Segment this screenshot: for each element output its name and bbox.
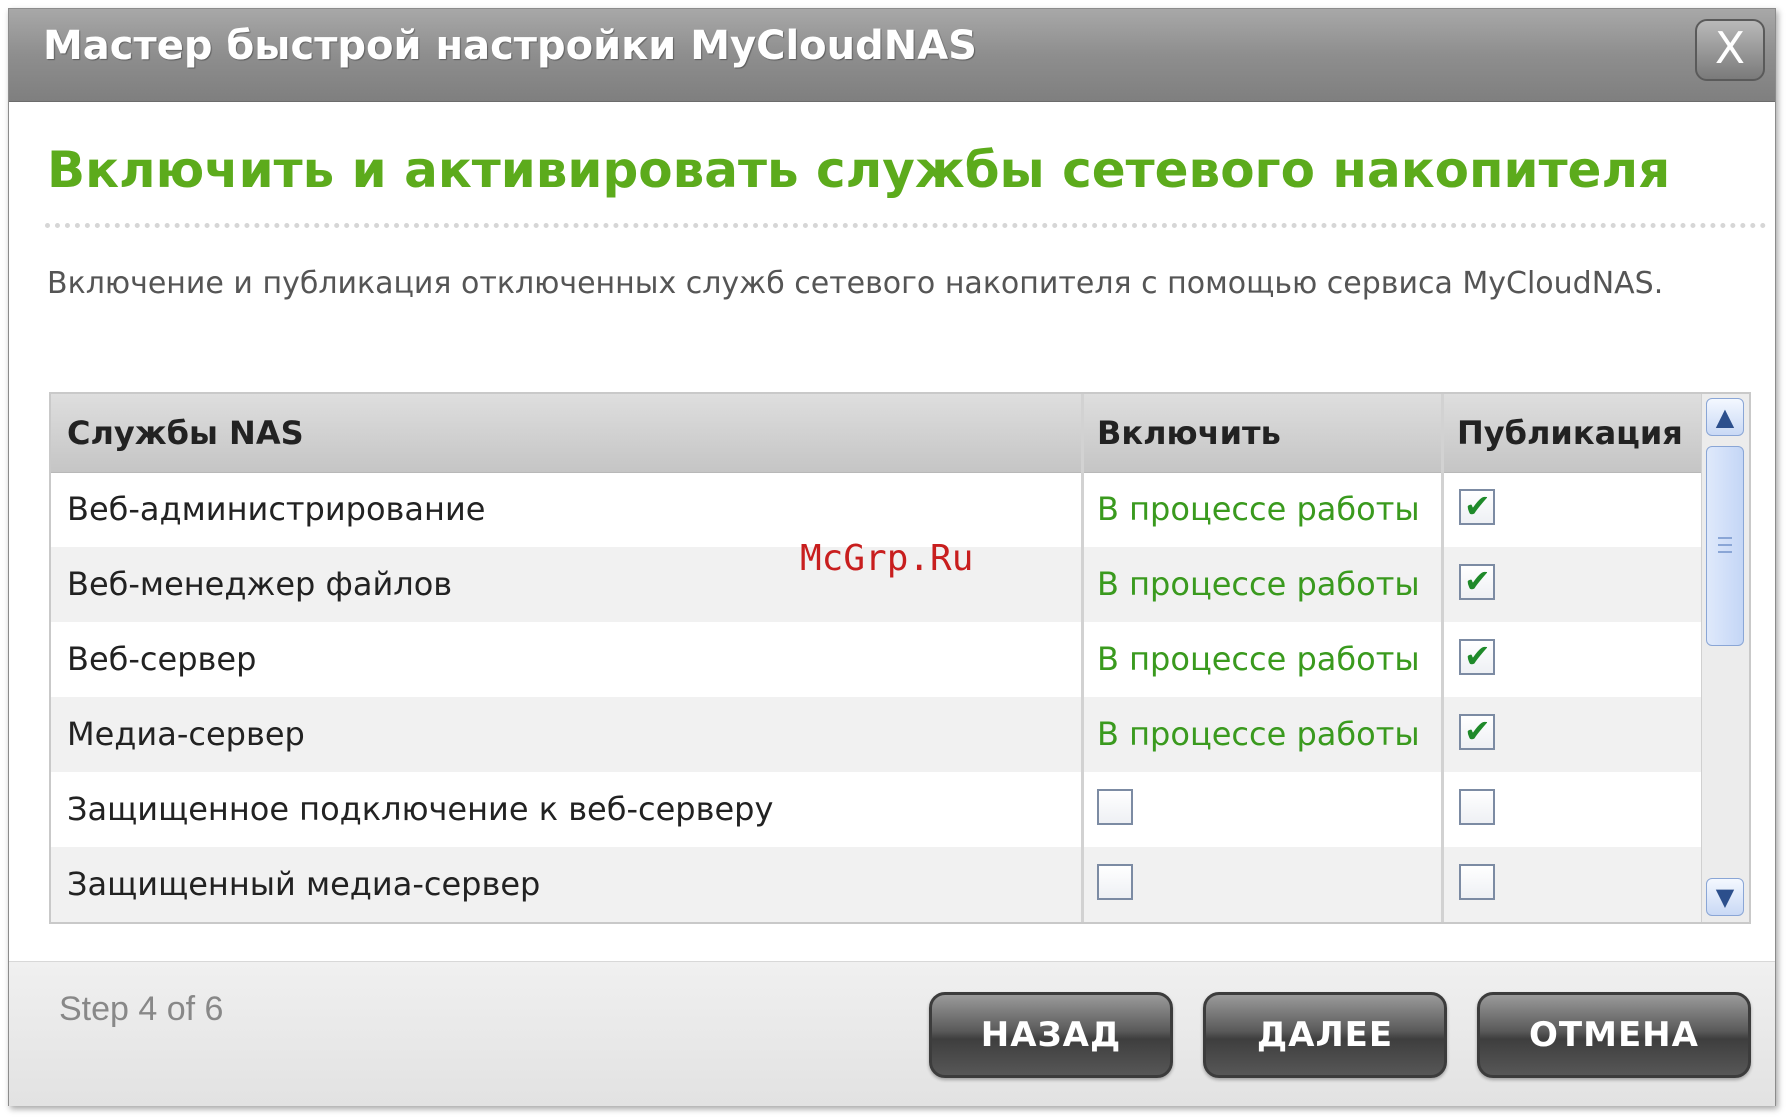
- page-heading: Включить и активировать службы сетевого …: [47, 141, 1671, 199]
- publish-checkbox[interactable]: ✔: [1459, 712, 1495, 750]
- service-name: Веб-администрирование: [67, 490, 486, 528]
- cancel-button[interactable]: ОТМЕНА: [1477, 992, 1751, 1078]
- scroll-up-icon[interactable]: ▲: [1706, 398, 1744, 436]
- enable-checkbox[interactable]: [1097, 864, 1133, 900]
- watermark: McGrp.Ru: [800, 538, 974, 579]
- service-name: Медиа-сервер: [67, 715, 305, 753]
- grip-icon: [1718, 537, 1732, 553]
- close-button[interactable]: X: [1695, 19, 1765, 81]
- page-description: Включение и публикация отключенных служб…: [47, 266, 1664, 301]
- service-name: Веб-менеджер файлов: [67, 565, 453, 603]
- scrollbar-thumb[interactable]: [1706, 446, 1744, 646]
- vertical-scrollbar[interactable]: ▲ ▼: [1701, 394, 1749, 922]
- publish-checkbox[interactable]: ✔: [1459, 637, 1495, 675]
- service-name: Защищенное подключение к веб-серверу: [67, 790, 774, 828]
- enable-status: В процессе работы: [1097, 640, 1420, 678]
- step-indicator: Step 4 of 6: [59, 990, 224, 1028]
- check-icon: ✔: [1464, 487, 1491, 525]
- service-name: Защищенный медиа-сервер: [67, 865, 541, 903]
- column-header-services[interactable]: Службы NAS: [51, 394, 304, 472]
- table-row: Защищенный медиа-сервер: [51, 847, 1703, 922]
- dotted-divider: [45, 223, 1767, 228]
- publish-checkbox[interactable]: [1459, 864, 1495, 900]
- back-button[interactable]: НАЗАД: [929, 992, 1173, 1078]
- enable-checkbox[interactable]: [1097, 789, 1133, 825]
- publish-checkbox[interactable]: ✔: [1459, 562, 1495, 600]
- publish-checkbox[interactable]: [1459, 789, 1495, 825]
- table-row: Медиа-сервер В процессе работы ✔: [51, 697, 1703, 772]
- window-title: Мастер быстрой настройки MyCloudNAS: [43, 23, 977, 69]
- column-divider: [1081, 394, 1084, 922]
- scroll-down-icon[interactable]: ▼: [1706, 878, 1744, 916]
- column-divider: [1441, 394, 1444, 922]
- check-icon: ✔: [1464, 562, 1491, 600]
- dialog-footer: Step 4 of 6 НАЗАД ДАЛЕЕ ОТМЕНА: [9, 961, 1775, 1106]
- service-name: Веб-сервер: [67, 640, 257, 678]
- titlebar: Мастер быстрой настройки MyCloudNAS X: [9, 9, 1775, 102]
- table-header: Службы NAS Включить Публикация: [51, 394, 1703, 473]
- table-row: Защищенное подключение к веб-серверу: [51, 772, 1703, 847]
- check-icon: ✔: [1464, 637, 1491, 675]
- column-header-enable[interactable]: Включить: [1081, 394, 1281, 472]
- publish-checkbox[interactable]: ✔: [1459, 487, 1495, 525]
- next-button[interactable]: ДАЛЕЕ: [1203, 992, 1447, 1078]
- services-table: Службы NAS Включить Публикация Веб-админ…: [49, 392, 1751, 924]
- table-row: Веб-администрирование В процессе работы …: [51, 472, 1703, 547]
- enable-status: В процессе работы: [1097, 565, 1420, 603]
- check-icon: ✔: [1464, 712, 1491, 750]
- enable-status: В процессе работы: [1097, 715, 1420, 753]
- column-header-publish[interactable]: Публикация: [1441, 394, 1683, 472]
- table-row: Веб-сервер В процессе работы ✔: [51, 622, 1703, 697]
- enable-status: В процессе работы: [1097, 490, 1420, 528]
